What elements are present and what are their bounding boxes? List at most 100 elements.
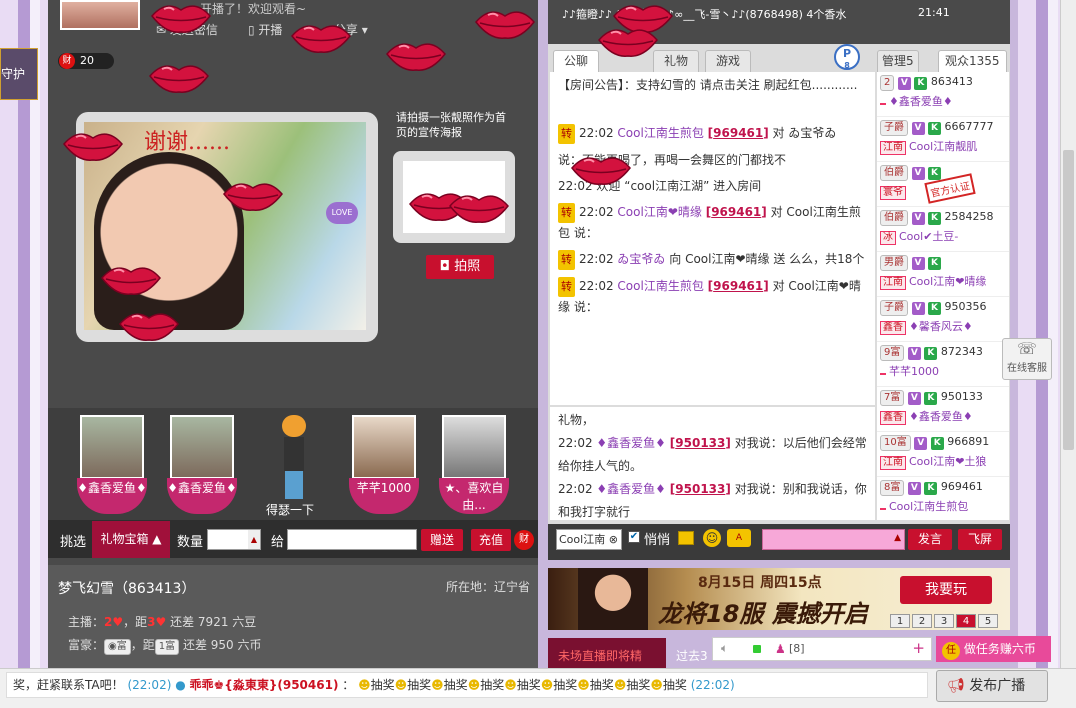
v-icon: V [911,167,925,180]
plus-icon[interactable]: + [912,639,925,657]
rank-badge: 伯爵 [880,210,908,226]
qty-stepper-icon[interactable]: ▲ [248,530,260,549]
emoji-icon[interactable]: ☺ [703,529,721,547]
whisper-checkbox[interactable]: ✔ [628,531,640,543]
chat-userid[interactable]: [950133] [670,482,731,496]
user-list-row[interactable]: 子爵 V K 950356 鑫香 ♦馨香风云♦ [877,297,1009,342]
user-list-row[interactable]: 2 V K 863413 ♦鑫香爱鱼♦ [877,72,1009,117]
qty-input[interactable]: ▲ [207,529,261,550]
user-list-row[interactable]: 10富 V K 966891 江南 Cool江南❤土狼 [877,432,1009,477]
ad-page-3[interactable]: 3 [934,614,954,628]
v-icon: V [907,347,921,360]
target-select[interactable]: Cool江南 ⊗ [556,529,622,550]
chat-userid[interactable]: [969461] [708,126,769,140]
open-broadcast-link[interactable]: ▯ 开播 [248,21,282,38]
host-avatar[interactable] [60,0,140,30]
tab-admin[interactable]: 管理5 [877,50,919,72]
tab-game[interactable]: 游戏 [705,50,752,72]
guest-avatar-4[interactable] [352,415,416,479]
face-icon: ☻ [431,678,444,692]
ad-page-4[interactable]: 4 [956,614,976,628]
user-list-row[interactable]: 男爵 V K 江南 Cool江南❤晴缘 [877,252,1009,297]
cartoon-avatar[interactable] [276,415,312,501]
chat-message: 说：不能再喝了，再喝一会舞区的门都找不 [558,153,787,167]
user-list-row[interactable]: 伯爵 V K 2584258 冰 Cool✔土豆- [877,207,1009,252]
share-link[interactable]: ↗ 分享 ▾ [320,21,368,38]
face-icon: ☻ [577,678,590,692]
rank-badge: 8富 [880,480,905,496]
chat-userid[interactable]: [950133] [670,436,731,450]
speaker-icon[interactable]: 🔈︎ [721,641,728,656]
marquee-user[interactable]: 乖乖♚{淼東東}(950461) [190,678,339,692]
user-list-row[interactable]: 子爵 V K 6667777 江南 Cool江南靓肌 [877,117,1009,162]
user-list-row[interactable]: 8富 V K 969461 Cool江南生煎包 [877,477,1009,520]
caret-up-icon: ▲ [152,532,162,546]
user-list[interactable]: 2 V K 863413 ♦鑫香爱鱼♦ 子爵 V K 6667777 江南 Cool江南… [877,72,1009,520]
side-tab[interactable]: 守护 [0,48,38,100]
guest-label-3[interactable]: 得瑟一下 [266,501,314,518]
chat-username[interactable]: ♦鑫香爱鱼♦ [596,482,666,496]
share-label: 分享 [333,23,358,37]
chat-username[interactable]: ゐ宝爷ゐ [617,252,665,266]
guest-avatar-1[interactable] [80,415,144,479]
cai-count: 20 [80,54,94,67]
chat-username[interactable]: Cool江南生煎包 [617,126,703,140]
close-icon[interactable]: ⊗ [609,533,618,546]
color-text-icon[interactable]: A [727,529,751,547]
user-list-row[interactable]: 9富 V K 872343 芊芊1000 [877,342,1009,387]
scrollbar[interactable] [1060,0,1076,668]
reward-text: 抽奖 [553,678,578,692]
gift-box-button[interactable]: 礼物宝箱 ▲ [92,521,170,558]
fly-screen-button[interactable]: 飞屏 [958,529,1002,550]
zhuan-icon: 转 [558,124,575,144]
give-button[interactable]: 赠送 [421,529,463,551]
chevron-down-icon[interactable]: ▲ [894,533,901,543]
status-dot-icon [753,645,761,653]
private-chat[interactable]: 礼物， 22:02 ♦鑫香爱鱼♦ [950133] 对我说：以后他们会经常给你挂… [550,407,875,520]
rich-dist: ，距 [130,638,155,652]
tab-public[interactable]: 公聊 [553,50,600,72]
streamer-face [94,152,244,330]
publish-broadcast-button[interactable]: 📢︎ 发布广播 [936,670,1048,702]
video-stream[interactable]: 谢谢...... LOVE [84,122,366,330]
guest-avatar-5[interactable] [442,415,506,479]
chat-username[interactable]: Cool江南❤晴缘 [617,205,701,219]
p-badge[interactable]: P8 [834,44,860,70]
guest-avatar-2[interactable] [170,415,234,479]
send-msg-label: 发送密信 [169,23,218,37]
ad-page-1[interactable]: 1 [890,614,910,628]
chat-userid[interactable]: [969461] [708,279,769,293]
user-name: ♦鑫香爱鱼♦ [889,95,953,108]
online-service-button[interactable]: ☏ 在线客服 [1002,338,1052,380]
zhuan-icon: 转 [558,277,575,297]
image-icon[interactable] [678,531,694,545]
tab-audience[interactable]: 观众1355 [938,50,1007,72]
group-tag: 江南 [880,456,906,470]
task-button[interactable]: 任 做任务赚六币 [936,636,1051,662]
reward-list: ☻抽奖☻抽奖☻抽奖☻抽奖☻抽奖☻抽奖☻抽奖☻抽奖☻抽奖 [358,678,687,692]
take-photo-button[interactable]: ◘ 拍照 [426,255,494,279]
cai-small-icon[interactable]: 财 [514,530,534,550]
user-name: Cool✔土豆- [899,230,959,243]
recipient-input[interactable] [287,529,417,550]
chat-userid[interactable]: [969461] [706,205,767,219]
ad-date: 8月15日 周四15点 [698,575,822,591]
room-name: 梦飞幻雪（863413） [58,581,196,597]
send-msg-link[interactable]: ✉ 发送密信 [156,21,218,38]
ad-banner[interactable]: 8月15日 周四15点 龙将18服 震撼开启 我要玩 12345 [548,568,1010,630]
host-level-row: 主播：2♥，距3♥ 还差 7921 六豆 [68,613,256,630]
group-tag: 鑫香 [880,411,906,425]
send-button[interactable]: 发言 [908,529,952,550]
ad-play-button[interactable]: 我要玩 [900,576,992,604]
user-name: Cool江南❤晴缘 [909,275,987,288]
chat-username[interactable]: ♦鑫香爱鱼♦ [596,436,666,450]
ad-page-5[interactable]: 5 [978,614,998,628]
poster-thumbnail[interactable] [393,151,515,243]
tab-gift[interactable]: 礼物 [653,50,700,72]
message-input[interactable]: ▲ [762,529,905,550]
ad-page-2[interactable]: 2 [912,614,932,628]
user-list-row[interactable]: 7富 V K 950133 鑫香 ♦鑫香爱鱼♦ [877,387,1009,432]
chat-username[interactable]: Cool江南生煎包 [617,279,703,293]
public-chat[interactable]: 【房间公告】：支持幻雪的 请点击关注 刷起红包............ 转 22:… [550,72,875,405]
recharge-button[interactable]: 充值 [471,529,511,551]
